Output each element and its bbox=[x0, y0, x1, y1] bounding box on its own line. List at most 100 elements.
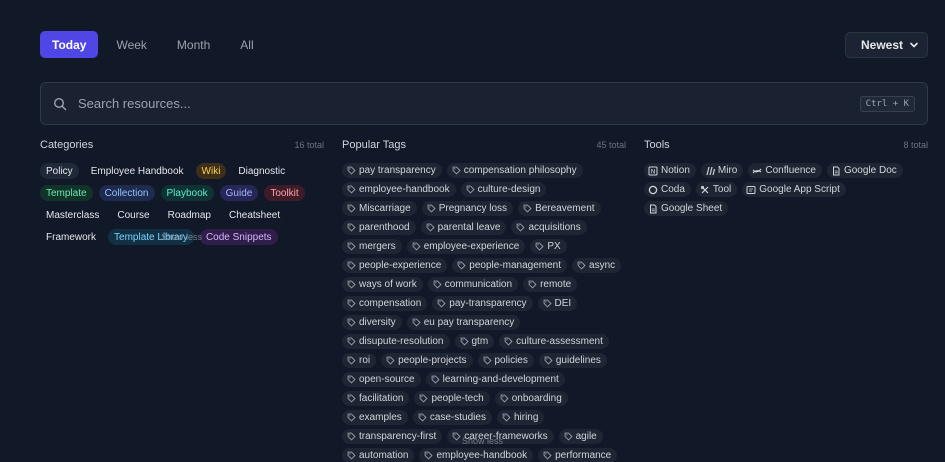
tag-chip[interactable]: remote bbox=[523, 277, 578, 292]
tag-label: gtm bbox=[471, 336, 489, 347]
tag-chip[interactable]: eu pay transparency bbox=[406, 315, 521, 330]
tool-chip-coda[interactable]: Coda bbox=[644, 182, 691, 197]
tag-chip[interactable]: DEI bbox=[537, 296, 578, 311]
tag-icon bbox=[523, 204, 532, 213]
popular-tags-count: 45 total bbox=[596, 140, 626, 150]
tool-chip-confluence[interactable]: Confluence bbox=[748, 163, 822, 178]
category-chip-code-snippets[interactable]: Code Snippets bbox=[199, 229, 278, 245]
tag-list: pay transparency compensation philosophy e… bbox=[342, 163, 626, 462]
filter-today[interactable]: Today bbox=[40, 31, 99, 58]
tag-chip[interactable]: employee-handbook bbox=[419, 448, 534, 462]
tag-icon bbox=[347, 280, 356, 289]
tool-chip-notion[interactable]: N Notion bbox=[644, 163, 696, 178]
filter-week[interactable]: Week bbox=[104, 31, 158, 58]
tag-chip[interactable]: employee-handbook bbox=[342, 182, 456, 197]
tag-chip[interactable]: culture-assessment bbox=[499, 334, 609, 349]
tool-chip-miro[interactable]: Miro bbox=[700, 163, 744, 178]
sort-select[interactable]: Newest bbox=[845, 31, 928, 58]
category-chip-framework[interactable]: Framework bbox=[40, 229, 102, 245]
tag-chip[interactable]: Pregnancy loss bbox=[421, 201, 514, 216]
tag-chip[interactable]: career-frameworks bbox=[447, 429, 554, 444]
category-chip-course[interactable]: Course bbox=[111, 207, 155, 223]
tag-chip[interactable]: pay-transparency bbox=[432, 296, 533, 311]
tag-chip[interactable]: people-projects bbox=[381, 353, 473, 368]
tool-chip-google-doc[interactable]: Google Doc bbox=[826, 163, 903, 178]
category-chip-policy[interactable]: Policy bbox=[40, 163, 79, 179]
tag-icon bbox=[386, 356, 395, 365]
tag-chip[interactable]: performance bbox=[538, 448, 618, 462]
popular-tags-title: Popular Tags bbox=[342, 139, 407, 151]
search-bar[interactable]: Ctrl + K bbox=[40, 82, 928, 125]
tag-chip[interactable]: acquisitions bbox=[511, 220, 587, 235]
tag-chip[interactable]: employee-experience bbox=[406, 239, 526, 254]
category-chip-wiki[interactable]: Wiki bbox=[195, 163, 227, 179]
category-chip-masterclass[interactable]: Masterclass bbox=[40, 207, 105, 223]
tag-chip[interactable]: PX bbox=[530, 239, 567, 254]
tag-chip[interactable]: Bereavement bbox=[518, 201, 601, 216]
tag-chip[interactable]: parenthood bbox=[342, 220, 416, 235]
tag-label: Miscarriage bbox=[359, 203, 411, 214]
category-chip-template-library[interactable]: Template Library bbox=[108, 229, 194, 245]
tag-icon bbox=[347, 337, 356, 346]
category-chip-template[interactable]: Template bbox=[40, 185, 93, 201]
tag-chip[interactable]: gtm bbox=[454, 334, 495, 349]
tag-chip[interactable]: communication bbox=[427, 277, 519, 292]
tag-icon bbox=[347, 432, 356, 441]
tag-chip[interactable]: case-studies bbox=[412, 410, 492, 425]
tag-chip[interactable]: roi bbox=[342, 353, 377, 368]
tag-icon bbox=[433, 280, 442, 289]
tag-label: agile bbox=[575, 431, 597, 442]
filter-month[interactable]: Month bbox=[165, 31, 222, 58]
tag-chip[interactable]: policies bbox=[477, 353, 534, 368]
tag-chip[interactable]: mergers bbox=[342, 239, 402, 254]
tool-chip-google-app-script[interactable]: Google App Script bbox=[742, 182, 846, 197]
tag-chip[interactable]: diversity bbox=[342, 315, 402, 330]
filter-all[interactable]: All bbox=[228, 31, 265, 58]
category-chip-roadmap[interactable]: Roadmap bbox=[162, 207, 217, 223]
tag-icon bbox=[347, 451, 356, 460]
tag-chip[interactable]: parental leave bbox=[420, 220, 507, 235]
search-input[interactable] bbox=[78, 96, 860, 111]
category-chip-toolkit[interactable]: Toolkit bbox=[264, 185, 305, 201]
search-icon bbox=[53, 97, 67, 110]
tag-chip[interactable]: pay transparency bbox=[342, 163, 442, 178]
tag-chip[interactable]: transparency-first bbox=[342, 429, 443, 444]
category-chip-employee-handbook[interactable]: Employee Handbook bbox=[85, 163, 190, 179]
tag-chip[interactable]: ways of work bbox=[342, 277, 423, 292]
tag-chip[interactable]: hiring bbox=[496, 410, 545, 425]
category-chip-playbook[interactable]: Playbook bbox=[160, 185, 214, 201]
tag-chip[interactable]: async bbox=[572, 258, 622, 273]
tag-icon bbox=[347, 204, 356, 213]
tag-chip[interactable]: culture-design bbox=[460, 182, 547, 197]
tag-chip[interactable]: onboarding bbox=[494, 391, 568, 406]
tag-chip[interactable]: examples bbox=[342, 410, 408, 425]
tag-chip[interactable]: Miscarriage bbox=[342, 201, 417, 216]
tag-chip[interactable]: open-source bbox=[342, 372, 421, 387]
tool-label: Google Doc bbox=[843, 165, 897, 176]
tag-chip[interactable]: people-management bbox=[452, 258, 568, 273]
category-chip-cheatsheet[interactable]: Cheatsheet bbox=[223, 207, 286, 223]
tag-chip[interactable]: facilitation bbox=[342, 391, 410, 406]
tag-icon bbox=[528, 280, 537, 289]
tool-chip-google-sheet[interactable]: Google Sheet bbox=[644, 201, 729, 216]
tag-chip[interactable]: compensation philosophy bbox=[446, 163, 583, 178]
tag-chip[interactable]: people-tech bbox=[414, 391, 490, 406]
tag-chip[interactable]: learning-and-development bbox=[425, 372, 565, 387]
tag-label: automation bbox=[359, 450, 409, 461]
category-chip-diagnostic[interactable]: Diagnostic bbox=[232, 163, 291, 179]
tag-chip[interactable]: guidelines bbox=[538, 353, 607, 368]
tag-icon bbox=[466, 185, 475, 194]
tag-chip[interactable]: agile bbox=[558, 429, 603, 444]
tag-chip[interactable]: people-experience bbox=[342, 258, 448, 273]
tool-chip-tool[interactable]: Tool bbox=[695, 182, 738, 197]
category-chip-collection[interactable]: Collection bbox=[98, 185, 155, 201]
tag-chip[interactable]: compensation bbox=[342, 296, 428, 311]
tag-icon bbox=[577, 261, 586, 270]
tag-chip[interactable]: automation bbox=[342, 448, 415, 462]
tag-icon bbox=[517, 223, 525, 232]
category-chip-guide[interactable]: Guide bbox=[219, 185, 259, 201]
tag-chip[interactable]: disupute-resolution bbox=[342, 334, 450, 349]
notion-icon: N bbox=[648, 166, 658, 175]
tag-icon bbox=[431, 375, 440, 384]
tag-label: Pregnancy loss bbox=[438, 203, 508, 214]
